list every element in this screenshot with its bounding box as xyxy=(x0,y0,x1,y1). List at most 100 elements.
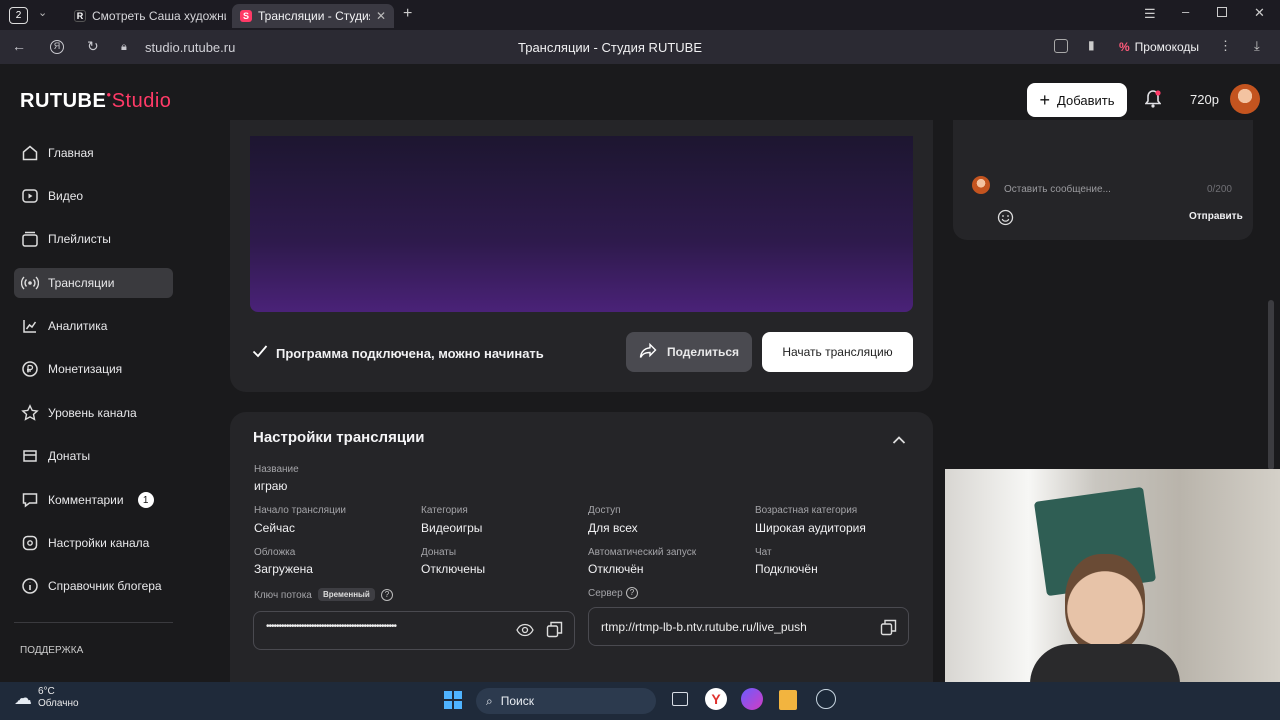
file-icon[interactable] xyxy=(779,690,797,710)
minimize-icon[interactable]: – xyxy=(1182,4,1189,19)
download-icon[interactable]: ⤓ xyxy=(1254,38,1260,54)
server-field[interactable]: rtmp://rtmp-lb-b.ntv.rutube.ru/live_push xyxy=(588,607,909,646)
sidebar-divider xyxy=(14,622,173,623)
sidebar-item-monetization[interactable]: Монетизация xyxy=(14,354,173,384)
person-head xyxy=(1065,554,1145,654)
stream-key-field[interactable]: ••••••••••••••••••••••••••••••••••••••••… xyxy=(253,611,575,650)
settings-icon xyxy=(20,533,40,553)
chat-input[interactable]: Оставить сообщение... 0/200 xyxy=(996,176,1240,202)
sidebar-item-playlists[interactable]: Плейлисты xyxy=(14,224,173,254)
share-button[interactable]: Поделиться xyxy=(626,332,752,372)
copy-server-icon[interactable] xyxy=(880,619,897,641)
yandex-icon[interactable]: Я xyxy=(50,40,64,54)
field-value: Видеоигры xyxy=(421,521,483,535)
close-tab-icon[interactable]: ✕ xyxy=(376,9,386,23)
tab-studio-label: Трансляции - Студия R xyxy=(258,9,370,23)
chat-counter: 0/200 xyxy=(1206,183,1232,195)
search-label: Поиск xyxy=(500,694,534,708)
tabs-dropdown-icon[interactable]: ⌄ xyxy=(38,6,47,19)
rutube-studio-logo[interactable]: RUTUBE●Studio xyxy=(20,90,171,113)
comments-badge: 1 xyxy=(137,492,154,508)
close-window-icon[interactable]: ✕ xyxy=(1254,5,1265,21)
collapse-icon[interactable] xyxy=(892,432,906,450)
sidebar-item-broadcasts[interactable]: Трансляции xyxy=(14,268,173,298)
bell-icon[interactable] xyxy=(1144,90,1162,113)
sidebar-item-label: Донаты xyxy=(48,449,91,463)
sidebar-item-video[interactable]: Видео xyxy=(14,181,173,211)
sidebar-item-label: Главная xyxy=(48,146,94,160)
help-icon[interactable]: ? xyxy=(381,589,393,601)
page-scrollbar[interactable] xyxy=(1268,300,1274,470)
server-value: rtmp://rtmp-lb-b.ntv.rutube.ru/live_push xyxy=(601,620,807,634)
tab-count-badge[interactable]: 2 xyxy=(9,7,28,24)
start-button[interactable] xyxy=(444,691,462,709)
app-icon[interactable] xyxy=(741,688,763,710)
promo-label: Промокоды xyxy=(1134,40,1199,54)
field-value: Сейчас xyxy=(254,521,295,535)
start-stream-button[interactable]: Начать трансляцию xyxy=(762,332,913,372)
chat-placeholder: Оставить сообщение... xyxy=(1004,183,1111,195)
weather-widget[interactable]: ☁ 6°C Облачно xyxy=(14,686,79,710)
quality-label[interactable]: 720p xyxy=(1190,92,1219,107)
check-icon xyxy=(252,344,268,363)
url-field[interactable]: studio.rutube.ru xyxy=(145,40,235,55)
lock-icon: 🔒︎ xyxy=(121,41,127,53)
sidebar-item-label: Видео xyxy=(48,189,84,203)
sidebar-item-blogger-guide[interactable]: Справочник блогера xyxy=(14,571,173,601)
page-title: Трансляции - Студия RUTUBE xyxy=(518,40,702,55)
sidebar-item-label: Плейлисты xyxy=(48,232,111,246)
settings-title: Настройки трансляции xyxy=(253,429,425,446)
sidebar-item-donates[interactable]: Донаты xyxy=(14,441,173,471)
show-key-icon[interactable] xyxy=(516,623,534,642)
studio-favicon-icon: S xyxy=(240,10,252,22)
sidebar-item-label: Уровень канала xyxy=(48,406,137,420)
field-value: Загружена xyxy=(254,562,313,576)
sidebar-item-channel-settings[interactable]: Настройки канала xyxy=(14,528,173,558)
search-icon: ⌕ xyxy=(486,693,493,708)
sidebar-item-home[interactable]: Главная xyxy=(14,138,173,168)
video-icon xyxy=(20,186,40,206)
emoji-icon[interactable] xyxy=(997,209,1014,231)
field-value: Отключены xyxy=(421,562,486,576)
cloud-icon: ☁ xyxy=(14,687,32,708)
server-label: Сервер xyxy=(588,588,623,599)
field-label: Доступ xyxy=(588,505,621,516)
percent-icon: % xyxy=(1119,40,1130,54)
bookmark-icon[interactable]: ▮ xyxy=(1088,38,1095,52)
field-value: Подключён xyxy=(755,562,818,576)
task-view-icon[interactable] xyxy=(672,692,688,706)
browser-tab-bar: 2 ⌄ R Смотреть Саша художни S Трансляции… xyxy=(0,0,1280,30)
tab-watch-label: Смотреть Саша художни xyxy=(92,9,226,23)
avatar[interactable] xyxy=(1230,84,1260,114)
analytics-icon xyxy=(20,316,40,336)
more-icon[interactable]: ⋮ xyxy=(1219,38,1232,54)
add-button[interactable]: + Добавить xyxy=(1027,83,1127,117)
restore-icon[interactable] xyxy=(1217,7,1227,17)
tab-watch[interactable]: R Смотреть Саша художни xyxy=(66,4,226,28)
sidebar-item-analytics[interactable]: Аналитика xyxy=(14,311,173,341)
back-icon[interactable]: ← xyxy=(12,38,26,54)
taskbar-search[interactable]: ⌕ Поиск xyxy=(476,688,656,714)
tab-studio[interactable]: S Трансляции - Студия R ✕ xyxy=(232,4,394,28)
share-icon xyxy=(639,342,657,362)
plus-icon: + xyxy=(1039,90,1051,110)
sidebar-item-comments[interactable]: Комментарии 1 xyxy=(14,485,173,515)
extensions-icon[interactable] xyxy=(1054,39,1068,53)
sidebar-item-label: Аналитика xyxy=(48,319,108,333)
steam-icon[interactable] xyxy=(816,689,836,709)
reload-icon[interactable]: ↻ xyxy=(87,38,99,55)
name-label: Название xyxy=(254,464,299,475)
promo-button[interactable]: % Промокоды xyxy=(1119,36,1199,58)
yandex-browser-icon[interactable]: Y xyxy=(705,688,727,710)
copy-key-icon[interactable] xyxy=(546,621,563,643)
weather-text: Облачно xyxy=(38,698,79,709)
status-text: Программа подключена, можно начинать xyxy=(276,346,544,361)
sidebar-item-channel-level[interactable]: Уровень канала xyxy=(14,398,173,428)
new-tab-icon[interactable]: + xyxy=(403,5,412,23)
help-icon[interactable]: ? xyxy=(626,587,638,599)
weather-temp: 6°C xyxy=(38,686,55,697)
menu-icon[interactable]: ☰ xyxy=(1144,6,1156,22)
broadcast-icon xyxy=(20,273,40,293)
send-button[interactable]: Отправить xyxy=(1189,211,1243,222)
home-icon xyxy=(20,143,40,163)
